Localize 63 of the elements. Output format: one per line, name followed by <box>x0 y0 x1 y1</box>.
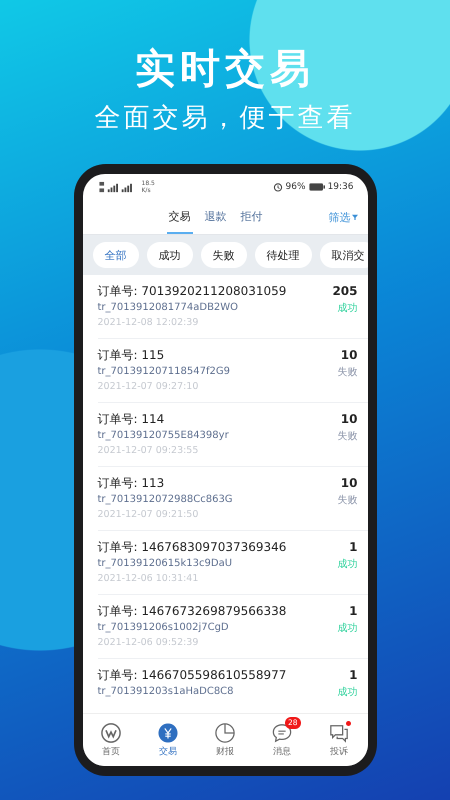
coin-icon <box>158 722 178 742</box>
nav-tab[interactable]: 投诉 <box>310 714 368 766</box>
order-date: 2021-12-06 09:52:39 <box>98 636 200 650</box>
trade-number: tr_701391207118547f2G9 <box>98 365 230 379</box>
order-row[interactable]: 订单号: 113 tr_7013912072988Cc863G 2021-12-07 09:21:50 10 失败 <box>98 467 368 531</box>
order-amount: 10 <box>340 411 358 428</box>
order-status: 失败 <box>338 494 358 508</box>
order-status: 成功 <box>338 686 358 700</box>
nav-tab[interactable]: 交易 <box>140 714 196 766</box>
trade-number: tr_701391206s1002j7CgD <box>98 621 230 635</box>
order-date: 2021-12-06 10:31:41 <box>98 572 200 586</box>
order-row[interactable]: 订单号: 1467673269879566338 tr_701391206s1002j7CgD 2021-12-06 09:52:39 1 成功 <box>98 595 368 659</box>
order-number: 订单号: 7013920211208031059 <box>98 283 286 300</box>
trade-number: tr_7013912072988Cc863G <box>98 493 233 507</box>
filter-chip[interactable]: 取消交 <box>320 242 368 268</box>
order-status: 成功 <box>338 302 358 316</box>
tab[interactable]: 拒付 <box>238 200 264 234</box>
trade-number: tr_701391203s1aHaDC8C8 <box>98 685 235 699</box>
order-date: 2021-12-07 09:27:10 <box>98 380 200 394</box>
order-status: 失败 <box>338 430 358 444</box>
filter-chip[interactable]: 失败 <box>200 242 246 268</box>
order-amount: 1 <box>349 603 358 620</box>
speech-bubbles-icon <box>329 722 349 742</box>
home-icon <box>101 722 121 742</box>
order-row[interactable]: 订单号: 7013920211208031059 tr_7013912081774aDB2WO 2021-12-08 12:02:39 205 成功 <box>98 275 368 339</box>
order-number: 订单号: 115 <box>98 347 166 364</box>
order-status: 失败 <box>338 366 358 380</box>
trade-number: tr_7013912081774aDB2WO <box>98 301 240 315</box>
filter-chip[interactable]: 成功 <box>146 242 192 268</box>
subheadline: 全面交易，便于查看 <box>94 102 356 134</box>
headline: 实时交易 <box>135 45 315 94</box>
filter-icon <box>352 214 358 220</box>
order-number: 订单号: 113 <box>98 475 166 492</box>
trade-number: tr_70139120615k13c9DaU <box>98 557 234 571</box>
trade-number: tr_70139120755E84398yr <box>98 429 229 443</box>
order-date: 2021-12-08 12:02:39 <box>98 316 200 330</box>
filter-chip[interactable]: 全部 <box>92 242 138 268</box>
order-number: 订单号: 1466705598610558977 <box>98 667 286 684</box>
order-date: 2021-12-07 09:23:55 <box>98 444 200 458</box>
battery-percent: 96% <box>286 182 306 192</box>
order-number: 订单号: 114 <box>98 411 166 428</box>
alarm-icon <box>272 182 283 192</box>
order-date: 2021-12-07 09:21:50 <box>98 508 200 522</box>
order-amount: 1 <box>349 539 358 556</box>
order-amount: 10 <box>340 347 358 364</box>
clock-time: 19:36 <box>328 182 354 192</box>
order-row[interactable]: 订单号: 115 tr_701391207118547f2G9 2021-12-07 09:27:10 10 失败 <box>98 339 368 403</box>
order-status: 成功 <box>338 558 358 572</box>
order-amount: 205 <box>332 283 358 300</box>
filter-button[interactable]: 筛选 <box>328 200 358 234</box>
battery-icon <box>308 183 325 191</box>
order-row[interactable]: 订单号: 1467683097037369346 tr_70139120615k13c9DaU 2021-12-06 10:31:41 1 成功 <box>98 531 368 595</box>
nav-tab[interactable]: 财报 <box>196 714 254 766</box>
order-status: 成功 <box>338 622 358 636</box>
order-amount: 1 <box>349 667 358 684</box>
order-number: 订单号: 1467683097037369346 <box>98 539 286 556</box>
nav-tab[interactable]: 首页 <box>82 714 140 766</box>
order-number: 订单号: 1467673269879566338 <box>98 603 286 620</box>
order-row[interactable]: 订单号: 114 tr_70139120755E84398yr 2021-12-07 09:23:55 10 失败 <box>98 403 368 467</box>
pie-chart-icon <box>215 722 235 742</box>
filter-chip[interactable]: 待处理 <box>254 242 312 268</box>
order-amount: 10 <box>340 475 358 492</box>
tab[interactable]: 退款 <box>202 200 228 234</box>
